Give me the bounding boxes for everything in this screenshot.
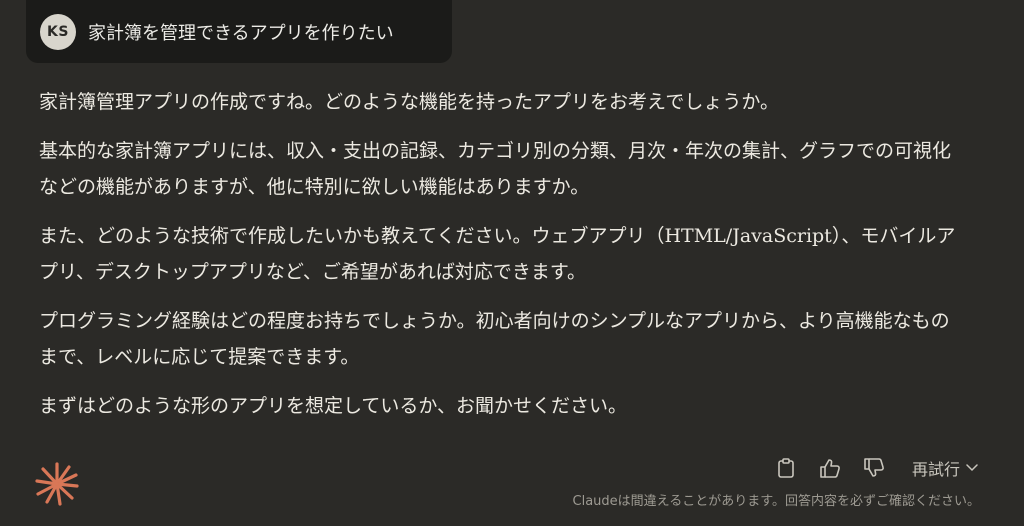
claude-logo-icon bbox=[35, 462, 79, 506]
response-paragraph: まずはどのような形のアプリを想定しているか、お聞かせください。 bbox=[39, 395, 628, 417]
chevron-down-icon bbox=[966, 464, 978, 472]
response-paragraph: プログラミング経験はどの程度お持ちでしょうか。初心者向けのシンプルなアプリから、… bbox=[39, 310, 950, 368]
user-message-text: 家計簿を管理できるアプリを作りたい bbox=[88, 22, 394, 44]
clipboard-icon[interactable] bbox=[774, 456, 798, 480]
response-paragraph: 基本的な家計簿アプリには、収入・支出の記録、カテゴリ別の分類、月次・年次の集計、… bbox=[39, 140, 952, 198]
assistant-response: 家計簿管理アプリの作成ですね。どのような機能を持ったアプリをお考えでしょうか。 … bbox=[39, 84, 959, 437]
avatar[interactable]: KS bbox=[40, 13, 76, 50]
retry-button[interactable]: 再試行 bbox=[912, 456, 978, 480]
thumbs-down-icon[interactable] bbox=[862, 456, 886, 480]
message-actions: 再試行 bbox=[774, 456, 978, 480]
retry-label: 再試行 bbox=[911, 460, 960, 479]
user-message: KS 家計簿を管理できるアプリを作りたい bbox=[26, 0, 452, 63]
response-paragraph: 家計簿管理アプリの作成ですね。どのような機能を持ったアプリをお考えでしょうか。 bbox=[39, 91, 780, 113]
thumbs-up-icon[interactable] bbox=[818, 456, 842, 480]
response-paragraph: また、どのような技術で作成したいかも教えてください。ウェブアプリ（HTML/Ja… bbox=[39, 225, 956, 283]
disclaimer-text: Claudeは間違えることがあります。回答内容を必ずご確認ください。 bbox=[572, 494, 980, 509]
